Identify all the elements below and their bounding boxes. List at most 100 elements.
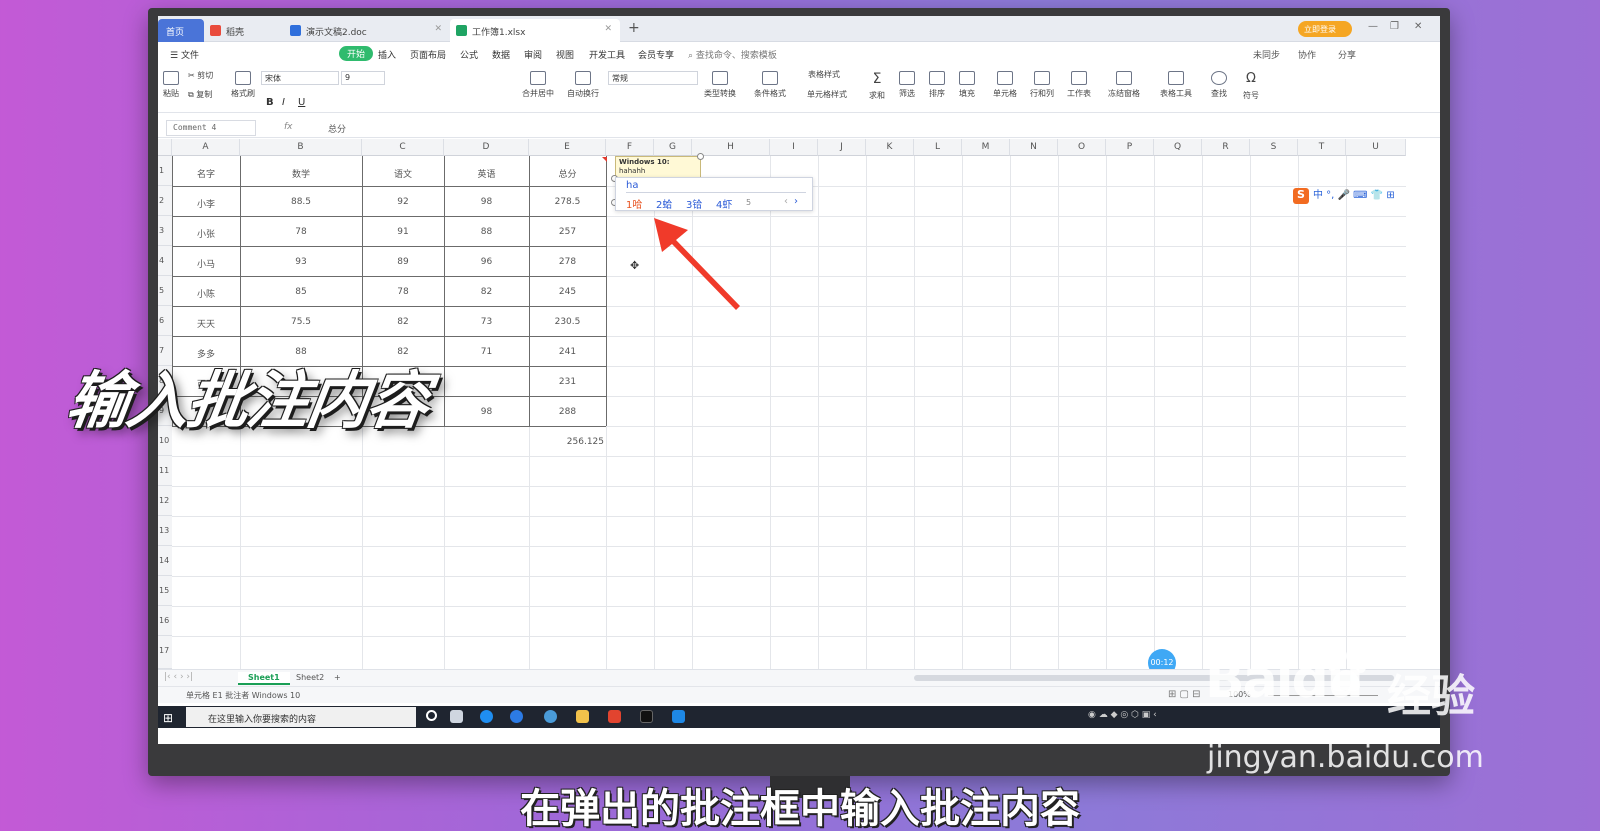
name-box[interactable]: Comment 4 [166, 120, 256, 136]
tab-home[interactable]: 首页 [158, 19, 204, 42]
file-explorer-icon[interactable] [576, 710, 589, 723]
edge-icon[interactable] [480, 710, 493, 723]
row-header[interactable]: 17 [158, 636, 172, 669]
font-size-select[interactable]: 9 [341, 71, 385, 85]
ime-candidate[interactable]: 3铪 [686, 196, 702, 211]
close-icon[interactable]: ✕ [604, 24, 612, 34]
wps-icon[interactable] [608, 710, 621, 723]
data-cell[interactable]: 73 [444, 317, 529, 327]
menu-home[interactable]: 开始 [339, 46, 374, 61]
row-header[interactable]: 2 [158, 186, 172, 216]
collaborate-button[interactable]: 协作 [1298, 48, 1316, 61]
data-cell[interactable]: 231 [529, 377, 606, 387]
data-cell[interactable]: 小陈 [172, 287, 240, 300]
ime-candidate[interactable]: 5 [746, 198, 751, 207]
column-header-g[interactable]: G [654, 139, 692, 156]
comment-box[interactable]: Windows 10: hahahh [615, 156, 701, 178]
rowcol-button[interactable]: 行和列 [1026, 71, 1058, 99]
row-header[interactable]: 16 [158, 606, 172, 636]
menu-review[interactable]: 审阅 [524, 48, 542, 61]
data-cell[interactable]: 230.5 [529, 317, 606, 327]
menu-formula[interactable]: 公式 [460, 48, 478, 61]
data-cell[interactable]: 82 [444, 287, 529, 297]
data-cell[interactable]: 85 [240, 287, 362, 297]
data-cell[interactable]: 91 [362, 227, 444, 237]
restore-icon[interactable]: ❐ [1390, 21, 1399, 32]
sheet-tab-1[interactable]: Sheet1 [238, 672, 290, 685]
data-cell[interactable]: 257 [529, 227, 606, 237]
worksheet-button[interactable]: 工作表 [1063, 71, 1095, 99]
column-header-i[interactable]: I [770, 139, 818, 156]
font-name-select[interactable]: 宋体 [261, 71, 339, 85]
tab-document[interactable]: 演示文稿2.doc ✕ [284, 19, 450, 42]
header-cell-chinese[interactable]: 语文 [362, 167, 444, 180]
data-cell[interactable]: 天天 [172, 317, 240, 330]
table-style-button[interactable]: 表格样式 [796, 69, 852, 80]
ime-candidate[interactable]: 4虾 [716, 196, 732, 211]
header-cell-total[interactable]: 总分 [529, 167, 606, 180]
menu-page-layout[interactable]: 页面布局 [410, 48, 446, 61]
table-tools-button[interactable]: 表格工具 [1156, 71, 1196, 99]
type-convert-button[interactable]: 类型转换 [698, 71, 742, 99]
menu-data[interactable]: 数据 [492, 48, 510, 61]
window-close-icon[interactable]: ✕ [1414, 21, 1422, 32]
wrap-button[interactable]: 自动换行 [563, 71, 603, 99]
paste-button[interactable]: 粘贴 [160, 71, 182, 99]
row-header[interactable]: 11 [158, 456, 172, 486]
column-header-d[interactable]: D [444, 139, 529, 156]
data-cell[interactable]: 93 [240, 257, 362, 267]
column-header-t[interactable]: T [1298, 139, 1346, 156]
command-search[interactable]: ⌕ 查找命令、搜索模板 [688, 48, 777, 61]
column-header-f[interactable]: F [606, 139, 654, 156]
ime-candidate-window[interactable]: ha 1哈 2蛤 3铪 4虾 5 ‹ › [615, 177, 813, 211]
row-header[interactable]: 4 [158, 246, 172, 276]
menu-member[interactable]: 会员专享 [638, 48, 674, 61]
menu-file[interactable]: ☰ 文件 [170, 48, 199, 61]
task-view-icon[interactable] [450, 710, 463, 723]
header-cell-name[interactable]: 名字 [172, 167, 240, 180]
column-header-q[interactable]: Q [1154, 139, 1202, 156]
recorder-icon[interactable] [672, 710, 685, 723]
italic-button[interactable]: I [282, 97, 285, 108]
column-header-r[interactable]: R [1202, 139, 1250, 156]
formula-input[interactable]: 总分 [328, 122, 346, 135]
comment-text[interactable]: hahahh [619, 167, 697, 176]
data-cell[interactable]: 小张 [172, 227, 240, 240]
data-cell[interactable]: 98 [444, 197, 529, 207]
menu-developer[interactable]: 开发工具 [589, 48, 625, 61]
data-cell[interactable]: 75.5 [240, 317, 362, 327]
freeze-button[interactable]: 冻结窗格 [1104, 71, 1144, 99]
capcut-icon[interactable] [640, 710, 653, 723]
row-header[interactable]: 6 [158, 306, 172, 336]
taskbar-search-input[interactable]: 在这里输入你要搜索的内容 [186, 707, 416, 727]
column-header-s[interactable]: S [1250, 139, 1298, 156]
minimize-icon[interactable]: — [1368, 21, 1378, 32]
header-cell-english[interactable]: 英语 [444, 167, 529, 180]
row-header[interactable]: 12 [158, 486, 172, 516]
windows-start-icon[interactable]: ⊞ [163, 711, 173, 725]
header-cell-math[interactable]: 数学 [240, 167, 362, 180]
column-header-e[interactable]: E [529, 139, 606, 156]
add-sheet-button[interactable]: + [324, 672, 351, 683]
new-tab-button[interactable]: + [628, 20, 640, 36]
column-header-h[interactable]: H [692, 139, 770, 156]
bold-button[interactable]: B [266, 97, 274, 108]
column-header-p[interactable]: P [1106, 139, 1154, 156]
ime-candidate[interactable]: 2蛤 [656, 196, 672, 211]
data-cell[interactable]: 96 [444, 257, 529, 267]
ime-prev-icon[interactable]: ‹ [784, 196, 788, 207]
ime-toolbar-icons[interactable]: 中 °, 🎤 ⌨ 👕 ⊞ [1313, 190, 1395, 201]
copy-button[interactable]: ⧉ 复制 [188, 89, 212, 100]
data-cell[interactable]: 82 [362, 317, 444, 327]
column-header-k[interactable]: K [866, 139, 914, 156]
column-header-b[interactable]: B [240, 139, 362, 156]
menu-view[interactable]: 视图 [556, 48, 574, 61]
conditional-format-button[interactable]: 条件格式 [750, 71, 790, 99]
data-cell[interactable]: 288 [529, 407, 606, 417]
data-cell[interactable]: 71 [444, 347, 529, 357]
view-mode-icons[interactable]: ⊞ ▢ ⊟ [1168, 689, 1201, 700]
browser-icon[interactable] [510, 710, 523, 723]
symbol-button[interactable]: Ω 符号 [1238, 71, 1264, 101]
sum-button[interactable]: Σ 求和 [864, 71, 890, 101]
column-header-j[interactable]: J [818, 139, 866, 156]
